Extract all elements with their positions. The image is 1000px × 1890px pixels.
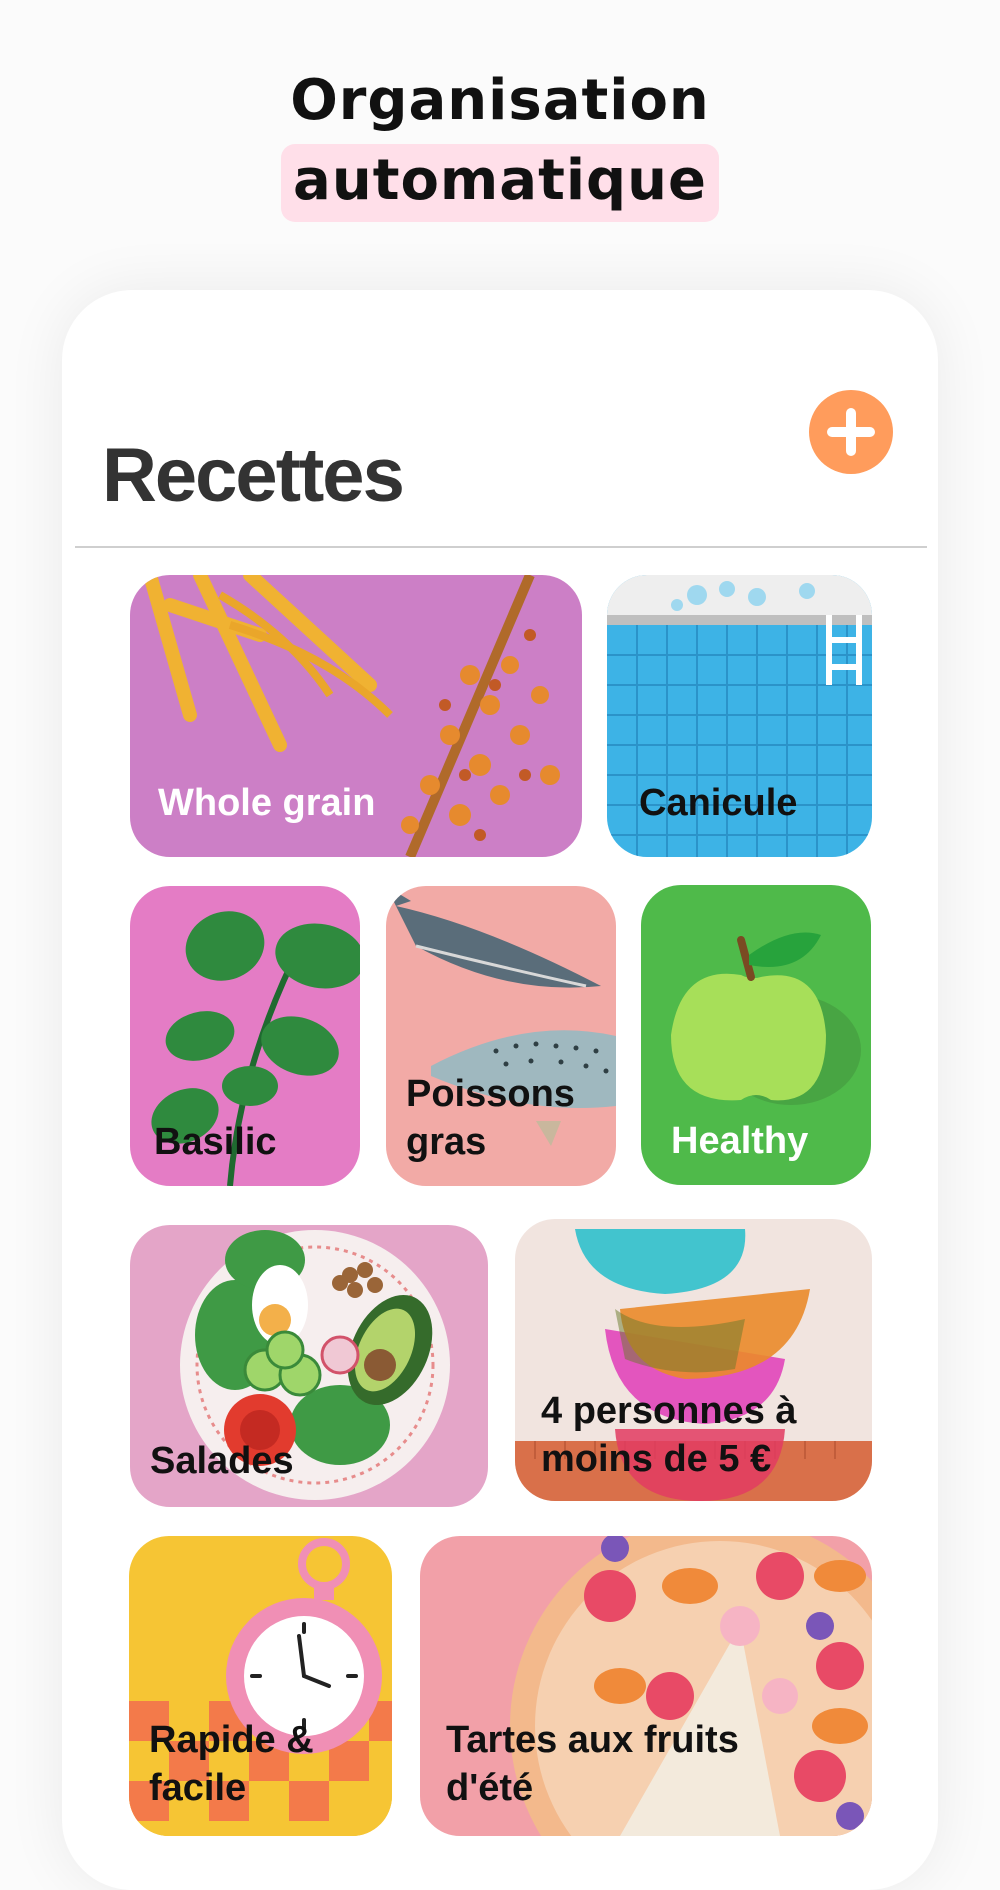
category-card-basilic[interactable]: Basilic — [130, 886, 360, 1186]
category-card-tartes-fruits[interactable]: Tartes aux fruits d'été — [420, 1536, 872, 1836]
category-label: 4 personnes à moins de 5 € — [541, 1390, 797, 1480]
category-card-salades[interactable]: Salades — [130, 1225, 488, 1507]
category-card-canicule[interactable]: Canicule — [607, 575, 872, 857]
headline-line-2-highlight: automatique — [281, 144, 719, 222]
category-card-4-personnes[interactable]: 4 personnes à moins de 5 € — [515, 1219, 872, 1501]
category-label: Healthy — [671, 1120, 809, 1162]
category-card-healthy[interactable]: Healthy — [641, 885, 871, 1185]
plus-icon — [827, 408, 875, 456]
category-label: Canicule — [639, 782, 798, 824]
category-card-poissons-gras[interactable]: Poissons gras — [386, 886, 616, 1186]
category-label: Rapide & facile — [149, 1719, 314, 1809]
page-title: Recettes — [102, 433, 405, 518]
category-card-rapide-facile[interactable]: Rapide & facile — [129, 1536, 392, 1836]
category-label: Salades — [150, 1440, 294, 1482]
category-label: Whole grain — [158, 782, 376, 824]
category-label: Basilic — [154, 1121, 277, 1163]
headline-line-1: Organisation — [290, 68, 710, 133]
headline: Organisation automatique — [0, 66, 1000, 222]
category-label: Tartes aux fruits d'été — [446, 1719, 739, 1809]
phone-screen: Recettes Whole grain Canicule Basilic Po… — [62, 290, 938, 1890]
add-recipe-button[interactable] — [809, 390, 893, 474]
header-divider — [75, 546, 927, 548]
category-label: Poissons gras — [406, 1073, 575, 1163]
category-card-whole-grain[interactable]: Whole grain — [130, 575, 582, 857]
